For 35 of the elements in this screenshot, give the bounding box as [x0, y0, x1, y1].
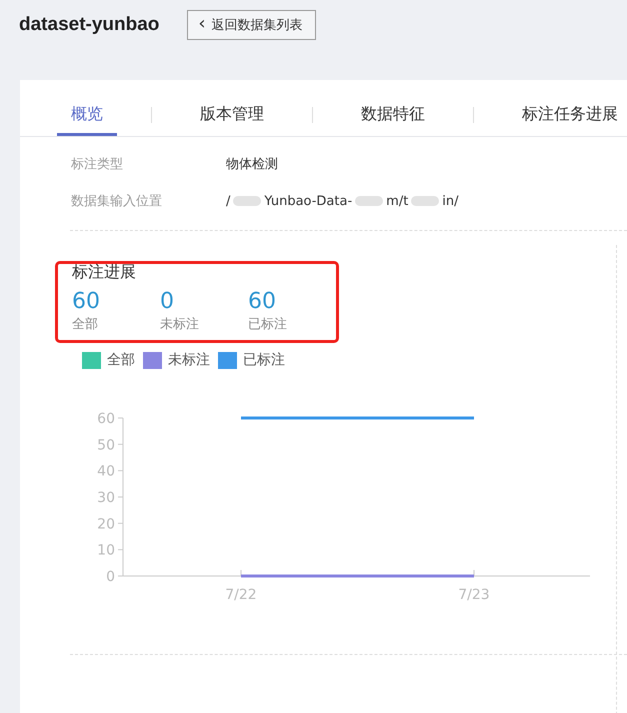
tab[interactable]: 概览	[57, 102, 117, 136]
field-value: in/	[442, 194, 459, 208]
legend-label: 已标注	[243, 351, 285, 369]
y-tick-label: 30	[97, 490, 115, 506]
stat-value: 60	[248, 289, 277, 315]
stat-value: 60	[72, 289, 101, 315]
y-tick-label: 20	[97, 516, 115, 532]
tab[interactable]: 数据特征	[347, 102, 439, 136]
section-title: 标注进展	[72, 262, 137, 283]
field-value: 物体检测	[226, 156, 278, 173]
back-button[interactable]: ‹ 返回数据集列表	[187, 10, 316, 40]
legend-label: 全部	[107, 351, 135, 369]
stat-label: 已标注	[248, 316, 288, 333]
field-value: m/t	[386, 194, 408, 208]
y-tick-label: 40	[97, 464, 115, 480]
field-label: 数据集输入位置	[71, 193, 163, 210]
blur-redaction	[355, 196, 384, 206]
x-tick-label: 7/23	[458, 587, 490, 603]
legend-label: 未标注	[168, 351, 210, 369]
stat-label: 未标注	[160, 316, 200, 333]
tab[interactable]: 标注任务进展	[508, 102, 627, 136]
field-value: Yunbao-Data-	[264, 194, 352, 208]
field-label: 标注类型	[71, 156, 124, 173]
stat-value: 0	[160, 289, 175, 315]
page-title: dataset-yunbao	[19, 14, 160, 36]
blur-redaction	[411, 196, 440, 206]
field-value: /	[226, 194, 230, 208]
x-tick-label: 7/22	[225, 587, 257, 603]
blur-redaction	[233, 196, 262, 206]
y-tick-label: 50	[97, 437, 115, 454]
stat-label: 全部	[72, 316, 99, 333]
y-tick-label: 0	[106, 569, 115, 585]
y-tick-label: 60	[97, 411, 115, 427]
y-tick-label: 10	[97, 542, 115, 559]
tab[interactable]: 版本管理	[186, 102, 278, 136]
